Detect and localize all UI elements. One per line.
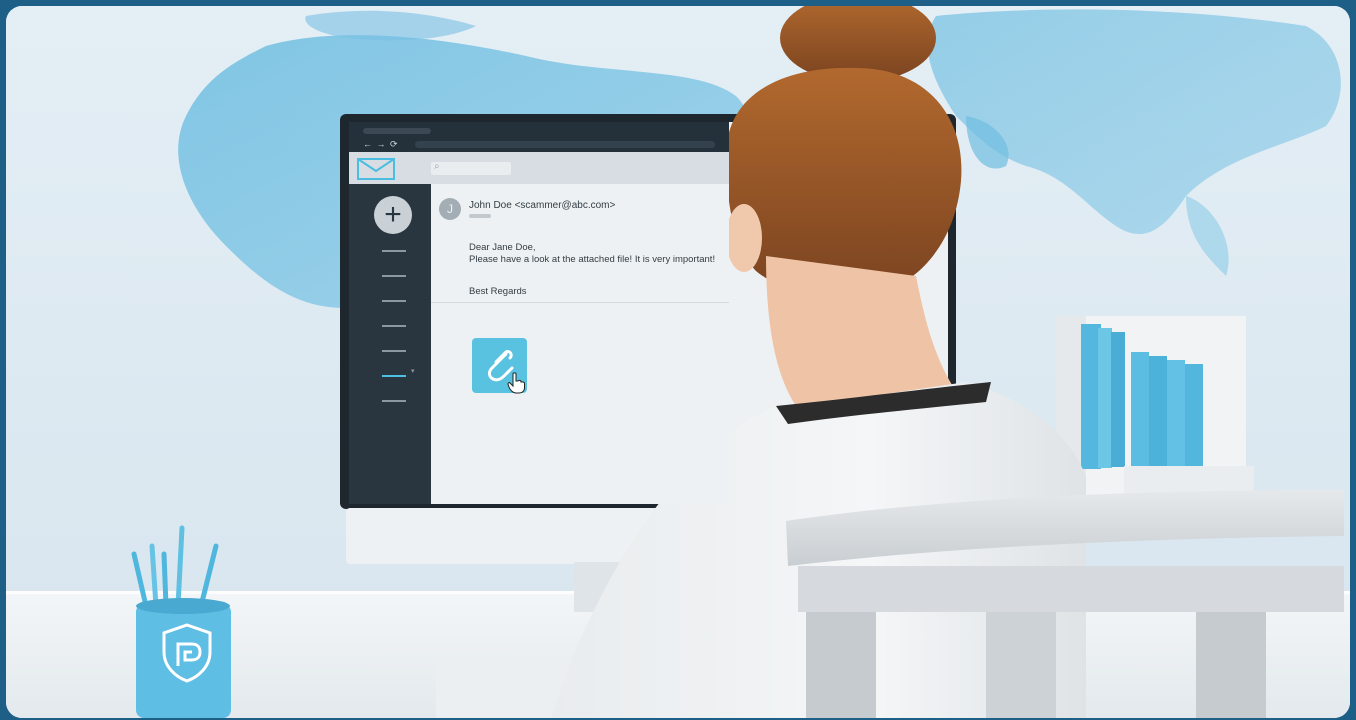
email-greeting: Dear Jane Doe, [469,242,536,253]
scene-frame: ← → ⟳ ⌕ + ▾ J John Doe <scammer@abc.com>… [6,6,1350,718]
sidebar-item-4[interactable] [382,325,406,327]
mail-sidebar: + ▾ [349,184,431,504]
sidebar-item-6-active[interactable] [382,375,406,377]
email-body: Dear Jane Doe, Please have a look at the… [469,242,715,266]
divider [431,302,729,303]
compose-button[interactable]: + [374,196,412,234]
chevron-down-icon[interactable]: ▾ [411,367,415,375]
browser-nav-icons[interactable]: ← → ⟳ [363,139,399,149]
search-input[interactable]: ⌕ [431,161,511,175]
sidebar-item-2[interactable] [382,275,406,277]
email-client-screen: ← → ⟳ ⌕ + ▾ J John Doe <scammer@abc.com>… [349,122,729,504]
envelope-icon [357,158,395,180]
sidebar-item-3[interactable] [382,300,406,302]
address-bar[interactable] [415,141,715,148]
email-message-pane: J John Doe <scammer@abc.com> Dear Jane D… [431,184,729,504]
recipient-line [469,214,491,218]
hand-pointer-icon [507,372,525,394]
email-text: Please have a look at the attached file!… [469,254,716,265]
sender-avatar: J [439,198,461,220]
mail-app-bar: ⌕ [349,152,729,184]
email-signoff: Best Regards [469,286,527,297]
search-icon: ⌕ [434,161,440,172]
sidebar-item-1[interactable] [382,250,406,252]
sidebar-item-5[interactable] [382,350,406,352]
browser-tab[interactable] [363,128,431,134]
sender-address: John Doe <scammer@abc.com> [469,200,616,211]
browser-topbar: ← → ⟳ [349,122,729,152]
file-organizer [1056,316,1254,496]
sidebar-item-7[interactable] [382,400,406,402]
shield-icon [162,623,212,683]
